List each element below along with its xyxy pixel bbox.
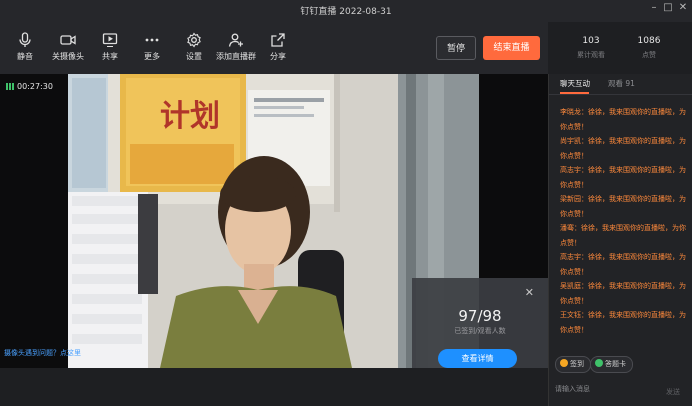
chat-message: 吴凯庭：徐徐，我来围观你的直播啦，为你点赞！ xyxy=(560,282,686,305)
share-screen-label: 共享 xyxy=(102,52,118,61)
signal-icon xyxy=(6,83,14,90)
side-tabs: 聊天互动 观看 91 xyxy=(549,74,692,95)
share-button[interactable]: 分享 xyxy=(256,32,300,62)
signin-label: 签到 xyxy=(570,360,584,368)
likes-label: 点赞 xyxy=(642,51,656,59)
more-button[interactable]: 更多 xyxy=(130,32,174,62)
total-views-stat: 103 累计观看 xyxy=(561,36,621,60)
camera-off-button[interactable]: 关摄像头 xyxy=(44,32,92,62)
pause-button[interactable]: 暂停 xyxy=(436,36,476,60)
title-bar: 钉钉直播 2022-08-31 – □ ✕ xyxy=(0,0,692,22)
share-label: 分享 xyxy=(270,52,286,61)
chat-message: 尚宇凯：徐徐，我来围观你的直播啦，为你点赞！ xyxy=(560,137,686,160)
tab-viewers[interactable]: 观看 91 xyxy=(608,78,635,89)
window-title: 钉钉直播 2022-08-31 xyxy=(300,7,392,17)
camera-label: 关摄像头 xyxy=(52,52,84,61)
chat-message: 高志宇：徐徐，我来围观你的直播啦，为你点赞！ xyxy=(560,253,686,276)
answer-card-icon xyxy=(595,359,603,367)
answer-card-label: 答题卡 xyxy=(605,360,626,368)
mute-button[interactable]: 静音 xyxy=(3,32,47,62)
more-dots-icon xyxy=(130,32,174,48)
share-icon xyxy=(256,32,300,48)
signin-icon xyxy=(560,359,568,367)
add-group-label: 添加直播群 xyxy=(216,52,256,61)
total-views-label: 累计观看 xyxy=(577,51,605,59)
chat-message: 梁新园：徐徐，我来围观你的直播啦，为你点赞！ xyxy=(560,195,686,218)
tab-chat[interactable]: 聊天互动 xyxy=(560,78,590,89)
signin-count-label: 已签到/观看人数 xyxy=(454,327,506,335)
bottom-bar xyxy=(0,368,548,406)
camera-icon xyxy=(44,32,92,48)
mute-label: 静音 xyxy=(17,52,33,61)
share-screen-button[interactable]: 共享 xyxy=(88,32,132,62)
chat-message: 王文钰：徐徐，我来围观你的直播啦，为你点赞！ xyxy=(560,311,686,334)
poster-text: 计划 xyxy=(160,99,220,134)
maximize-icon[interactable]: □ xyxy=(662,2,674,13)
likes-value: 1086 xyxy=(637,36,661,46)
more-label: 更多 xyxy=(144,52,160,61)
chat-message-list[interactable]: 李晓龙：徐徐，我来围观你的直播啦，为你点赞！ 尚宇凯：徐徐，我来围观你的直播啦，… xyxy=(560,105,691,337)
active-tab-indicator xyxy=(560,92,589,94)
settings-label: 设置 xyxy=(186,52,202,61)
microphone-icon xyxy=(3,32,47,48)
camera-problem-link[interactable]: 摄像头遇到问题？点这里 xyxy=(4,348,81,358)
signin-overlay: ✕ 97/98 已签到/观看人数 查看详情 xyxy=(412,278,548,368)
timer-text: 00:27:30 xyxy=(17,82,53,91)
live-timer: 00:27:30 xyxy=(6,82,53,91)
view-details-button[interactable]: 查看详情 xyxy=(438,349,517,368)
close-window-icon[interactable]: ✕ xyxy=(677,2,689,13)
total-views-value: 103 xyxy=(582,36,600,46)
add-group-icon xyxy=(210,32,262,48)
signin-count: 97/98 xyxy=(458,307,502,325)
chat-input-placeholder: 请输入消息 xyxy=(555,385,590,393)
chat-message: 高志宇：徐徐，我来围观你的直播啦，为你点赞！ xyxy=(560,166,686,189)
chat-message: 潘骞：徐徐，我来围观你的直播啦，为你点赞！ xyxy=(560,224,686,247)
add-group-button[interactable]: 添加直播群 xyxy=(210,32,262,62)
side-panel: 聊天互动 观看 91 李晓龙：徐徐，我来围观你的直播啦，为你点赞！ 尚宇凯：徐徐… xyxy=(548,74,692,406)
end-live-button[interactable]: 结束直播 xyxy=(483,36,540,60)
signin-button[interactable]: 签到 xyxy=(555,356,591,373)
answer-card-button[interactable]: 答题卡 xyxy=(590,356,633,373)
close-icon[interactable]: ✕ xyxy=(525,286,534,299)
likes-stat: 1086 点赞 xyxy=(619,36,679,60)
send-button[interactable]: 发送 xyxy=(666,387,680,397)
chat-message: 李晓龙：徐徐，我来围观你的直播啦，为你点赞！ xyxy=(560,108,686,131)
screen-share-icon xyxy=(88,32,132,48)
minimize-icon[interactable]: – xyxy=(648,2,660,13)
